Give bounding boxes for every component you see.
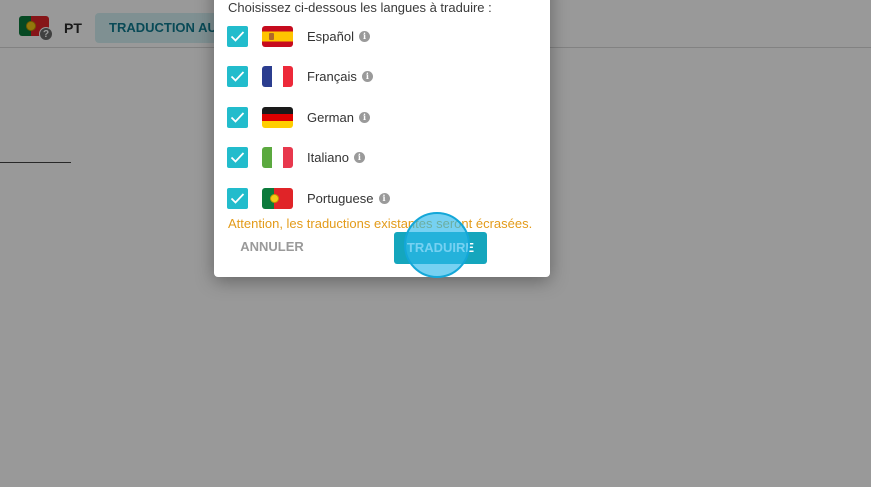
- language-label: Portuguese: [307, 191, 374, 206]
- info-icon[interactable]: i: [361, 71, 373, 82]
- info-icon[interactable]: i: [378, 193, 390, 204]
- checkbox-checked-icon[interactable]: [227, 147, 248, 168]
- dialog-heading: Choisissez ci-dessous les langues à trad…: [228, 0, 492, 15]
- france-flag-icon: [262, 66, 293, 87]
- language-label: Italiano: [307, 150, 349, 165]
- translate-button[interactable]: TRADUIRE: [394, 232, 487, 264]
- translate-dialog: Choisissez ci-dessous les langues à trad…: [214, 0, 550, 277]
- language-label: Español: [307, 29, 354, 44]
- cancel-button[interactable]: ANNULER: [236, 236, 308, 258]
- language-row-de[interactable]: German i: [227, 105, 537, 129]
- checkbox-checked-icon[interactable]: [227, 107, 248, 128]
- portugal-flag-icon: [262, 188, 293, 209]
- checkbox-checked-icon[interactable]: [227, 26, 248, 47]
- info-icon[interactable]: i: [358, 31, 370, 42]
- language-row-pt[interactable]: Portuguese i: [227, 186, 537, 210]
- language-row-fr[interactable]: Français i: [227, 64, 537, 88]
- germany-flag-icon: [262, 107, 293, 128]
- language-row-it[interactable]: Italiano i: [227, 145, 537, 169]
- overwrite-warning: Attention, les traductions existantes se…: [228, 216, 533, 231]
- checkbox-checked-icon[interactable]: [227, 188, 248, 209]
- info-icon[interactable]: i: [358, 112, 370, 123]
- checkbox-checked-icon[interactable]: [227, 66, 248, 87]
- info-icon[interactable]: i: [353, 152, 365, 163]
- language-label: Français: [307, 69, 357, 84]
- language-row-es[interactable]: Español i: [227, 24, 537, 48]
- language-label: German: [307, 110, 354, 125]
- italy-flag-icon: [262, 147, 293, 168]
- spain-flag-icon: [262, 26, 293, 47]
